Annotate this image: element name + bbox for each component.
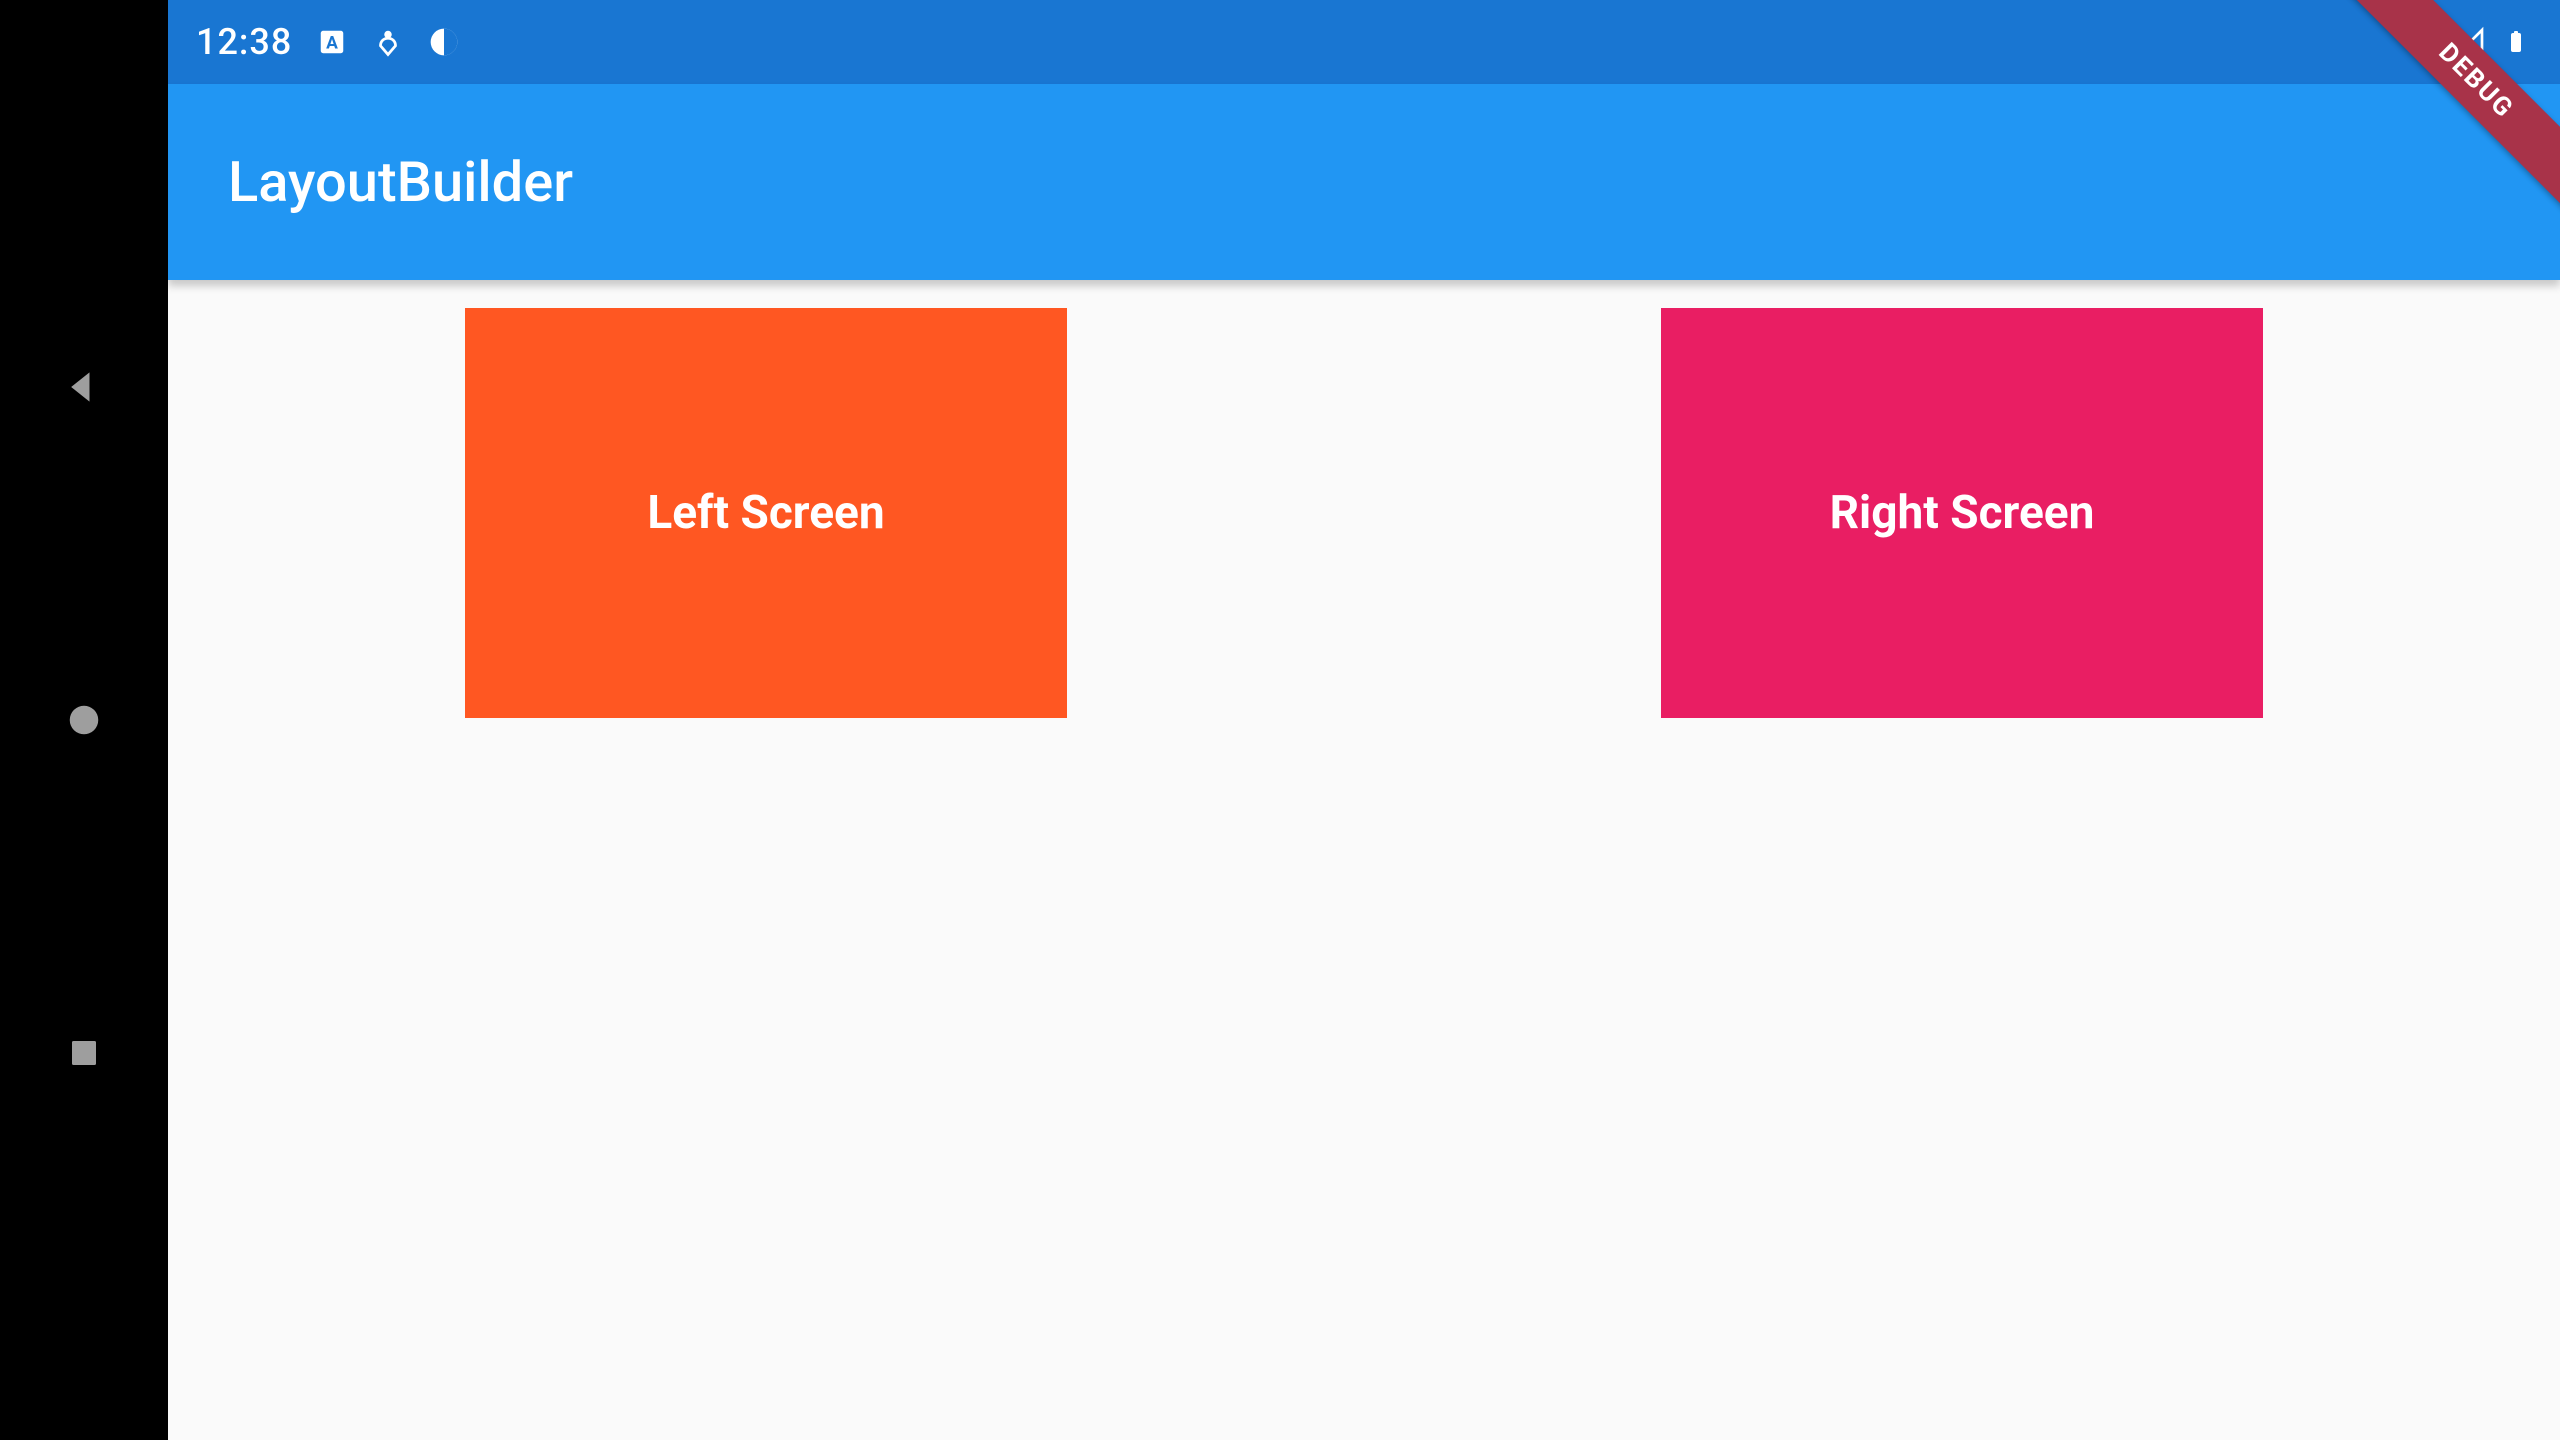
right-screen-card: Right Screen: [1661, 308, 2263, 718]
contrast-icon: [428, 26, 460, 58]
nav-back-button[interactable]: [60, 363, 108, 411]
right-pane: Right Screen: [1364, 280, 2560, 1440]
language-a-icon: A: [316, 26, 348, 58]
app-bar: LayoutBuilder: [168, 84, 2560, 280]
status-time: 12:38: [196, 21, 292, 63]
right-screen-label: Right Screen: [1830, 486, 2095, 540]
app-bar-title: LayoutBuilder: [228, 149, 573, 215]
system-nav-bar: [0, 0, 168, 1440]
device-screen: DEBUG 12:38 A: [168, 0, 2560, 1440]
device-frame: DEBUG 12:38 A: [0, 0, 2560, 1440]
app-body: Left Screen Right Screen: [168, 280, 2560, 1440]
heart-icon: [372, 26, 404, 58]
left-screen-label: Left Screen: [647, 486, 884, 540]
nav-recent-button[interactable]: [60, 1029, 108, 1077]
status-left: 12:38 A: [196, 21, 460, 63]
nav-home-button[interactable]: [60, 696, 108, 744]
left-pane: Left Screen: [168, 280, 1364, 1440]
left-screen-card: Left Screen: [465, 308, 1067, 718]
status-bar: 12:38 A: [168, 0, 2560, 84]
svg-text:A: A: [326, 33, 338, 53]
battery-icon: [2500, 26, 2532, 58]
